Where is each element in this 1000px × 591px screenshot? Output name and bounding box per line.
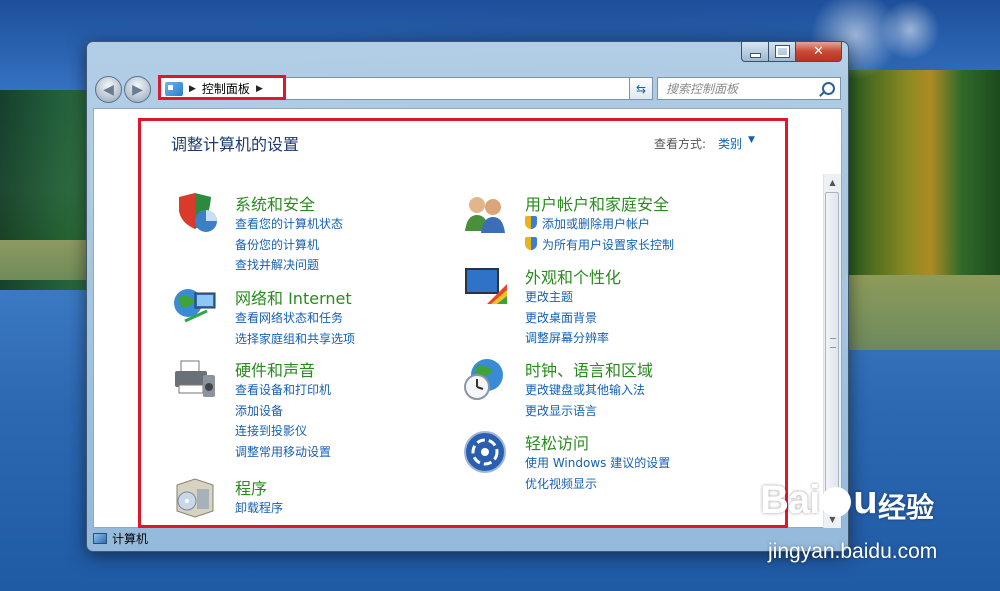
link-change-background[interactable]: 更改桌面背景 [525,309,597,326]
content-pane: 调整计算机的设置 查看方式: 类别 ▼ 系统和安全 查看您的计算机状态 备份您的… [93,108,842,528]
close-button[interactable]: ✕ [795,41,842,62]
forward-button[interactable]: ▶ [124,76,151,103]
category-title[interactable]: 时钟、语言和区域 [525,357,653,381]
logo-text-right: u [853,478,877,522]
search-icon[interactable] [822,82,835,95]
scroll-thumb[interactable] [825,192,839,492]
link-uninstall-program[interactable]: 卸载程序 [235,499,283,516]
page-title: 调整计算机的设置 [171,135,300,154]
category-title[interactable]: 外观和个性化 [525,264,621,288]
link-view-computer-status[interactable]: 查看您的计算机状态 [235,215,343,232]
maximize-icon [774,45,790,58]
category-title[interactable]: 轻松访问 [525,430,589,454]
refresh-button[interactable]: ⇆ [629,77,653,100]
minimize-button[interactable] [741,41,768,62]
link-parental-controls[interactable]: 为所有用户设置家长控制 [525,236,674,253]
computer-icon [93,532,107,544]
desktop-trees-right [846,70,1000,280]
link-screen-resolution[interactable]: 调整屏幕分辨率 [525,329,609,346]
view-by-dropdown[interactable]: 类别 [718,135,742,152]
maximize-button[interactable] [768,41,795,62]
link-windows-recommended[interactable]: 使用 Windows 建议的设置 [525,454,670,471]
category-title[interactable]: 网络和 Internet [235,285,352,309]
category-title[interactable]: 程序 [235,475,267,499]
baidu-logo: Bai u [760,478,878,523]
back-button[interactable]: ◀ [95,76,122,103]
link-add-device[interactable]: 添加设备 [235,402,283,419]
link-homegroup-sharing[interactable]: 选择家庭组和共享选项 [235,330,355,347]
refresh-icon: ⇆ [635,81,647,96]
search-input[interactable]: 搜索控制面板 [657,77,841,100]
watermark-chinese: 经验 [878,491,935,524]
search-placeholder: 搜索控制面板 [666,82,739,96]
category-title[interactable]: 系统和安全 [235,191,315,215]
link-text[interactable]: 为所有用户设置家长控制 [542,238,674,252]
link-optimize-video[interactable]: 优化视频显示 [525,475,597,492]
address-highlight-box [158,75,286,100]
system-security-icon [179,193,217,232]
category-title[interactable]: 用户帐户和家庭安全 [525,191,669,215]
scroll-up-icon[interactable]: ▲ [824,174,841,191]
watermark-url: jingyan.baidu.com [768,540,938,563]
vertical-scrollbar[interactable]: ▲ ▼ [823,174,841,528]
appearance-monitor-icon [465,268,507,304]
shield-icon [525,237,537,250]
link-find-fix-problems[interactable]: 查找并解决问题 [235,256,319,273]
window-controls: ✕ [741,41,842,62]
ease-of-access-icon [464,431,506,473]
user-accounts-icon [465,197,505,233]
link-change-theme[interactable]: 更改主题 [525,288,573,305]
control-panel-window: ✕ ◀ ▶ ▶ 控制面板 ▶ ▼ ⇆ 搜索控制面板 调整计算机的设置 查看方式:… [86,41,849,552]
status-label: 计算机 [112,531,149,546]
link-text[interactable]: 添加或删除用户帐户 [542,217,650,231]
link-mobility-settings[interactable]: 调整常用移动设置 [235,443,331,460]
link-connect-projector[interactable]: 连接到投影仪 [235,422,307,439]
link-change-keyboard[interactable]: 更改键盘或其他输入法 [525,381,645,398]
category-title[interactable]: 硬件和声音 [235,357,315,381]
baidu-jingyan-watermark: Bai u 经验 jingyan.baidu.com [760,478,995,573]
link-change-display-language[interactable]: 更改显示语言 [525,402,597,419]
link-add-remove-users[interactable]: 添加或删除用户帐户 [525,215,650,232]
forward-arrow-icon: ▶ [132,81,143,98]
link-view-network-status[interactable]: 查看网络状态和任务 [235,309,343,326]
scroll-grip-icon [830,338,836,348]
minimize-icon [749,52,761,58]
printer-icon [175,360,215,397]
desktop-shore-right [846,275,1000,350]
desktop-shore-left [0,240,90,280]
close-icon: ✕ [813,44,824,59]
lens-flare [880,0,940,60]
link-backup-computer[interactable]: 备份您的计算机 [235,236,319,253]
network-globe-icon [174,289,216,323]
programs-box-icon [176,478,214,518]
back-arrow-icon: ◀ [103,81,114,98]
chevron-down-icon[interactable]: ▼ [748,135,755,145]
paw-icon [821,487,852,518]
link-devices-printers[interactable]: 查看设备和打印机 [235,381,331,398]
logo-text-left: Bai [760,478,820,522]
shield-icon [525,216,537,229]
status-bar: 计算机 [93,528,842,548]
clock-globe-icon [464,359,503,400]
view-by-label: 查看方式: [654,137,707,151]
